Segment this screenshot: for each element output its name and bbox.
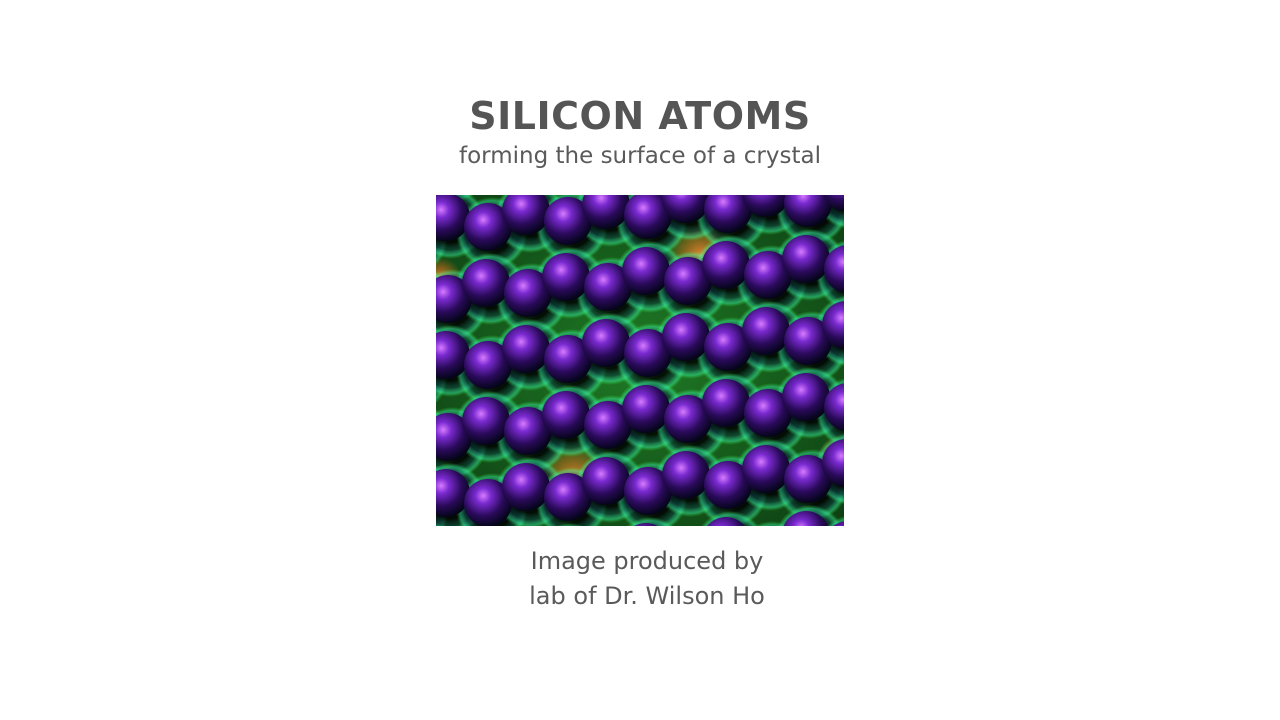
silicon-atom xyxy=(542,253,590,301)
silicon-atom xyxy=(582,319,630,367)
silicon-atom xyxy=(782,235,830,283)
silicon-atom xyxy=(462,397,510,445)
silicon-atom xyxy=(502,325,550,373)
silicon-atom xyxy=(702,241,750,289)
silicon-atom xyxy=(622,247,670,295)
silicon-atom xyxy=(702,379,750,427)
silicon-atom xyxy=(622,385,670,433)
slide: SILICON ATOMS forming the surface of a c… xyxy=(0,0,1280,720)
slide-title: SILICON ATOMS xyxy=(469,94,811,138)
silicon-atom xyxy=(462,259,510,307)
credit-line-1: Image produced by xyxy=(530,547,764,575)
silicon-atom xyxy=(582,457,630,505)
silicon-atom xyxy=(782,373,830,421)
atom-lattice-graphic xyxy=(436,195,844,526)
credit-line-2: lab of Dr. Wilson Ho xyxy=(529,582,765,610)
silicon-atom xyxy=(742,307,790,355)
silicon-atom xyxy=(662,313,710,361)
silicon-atom xyxy=(502,463,550,511)
slide-subtitle: forming the surface of a crystal xyxy=(459,143,821,169)
silicon-atoms-image xyxy=(436,195,844,526)
image-credit: Image produced by lab of Dr. Wilson Ho xyxy=(0,544,1280,614)
silicon-atom xyxy=(742,445,790,493)
silicon-atom xyxy=(662,451,710,499)
silicon-atom xyxy=(542,391,590,439)
